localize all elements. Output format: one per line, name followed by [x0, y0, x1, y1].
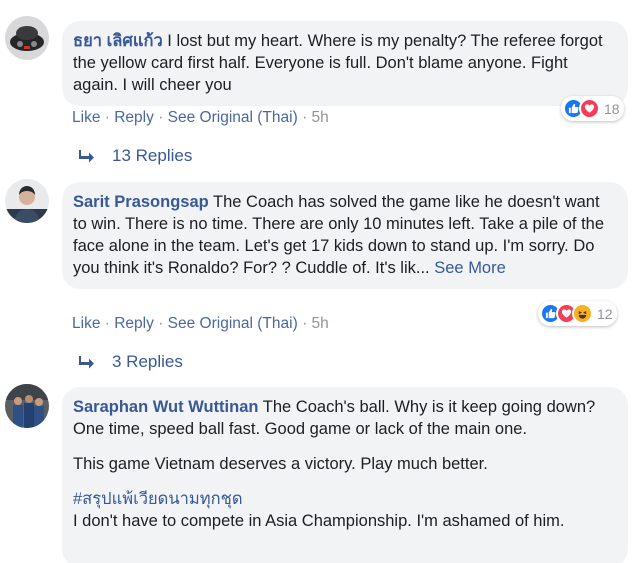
- laughing-face-icon: [572, 303, 593, 324]
- comment-paragraph: I don't have to compete in Asia Champion…: [73, 512, 565, 530]
- reaction-summary[interactable]: 18: [561, 96, 624, 121]
- separator: ·: [158, 315, 164, 332]
- view-replies-link[interactable]: 13 Replies: [78, 146, 192, 166]
- view-replies-link[interactable]: 3 Replies: [78, 352, 183, 372]
- like-link[interactable]: Like: [72, 109, 100, 126]
- separator: ·: [302, 315, 308, 332]
- replies-label: 13 Replies: [112, 146, 193, 165]
- like-link[interactable]: Like: [72, 315, 100, 332]
- separator: ·: [302, 109, 308, 126]
- comment-author[interactable]: Saraphan Wut Wuttinan: [73, 398, 258, 416]
- avatar[interactable]: [5, 16, 49, 60]
- comment-bubble: Saraphan Wut Wuttinan The Coach's ball. …: [62, 387, 628, 563]
- separator: ·: [104, 109, 110, 126]
- timestamp[interactable]: 5h: [312, 315, 329, 332]
- comment-paragraph: This game Vietnam deserves a victory. Pl…: [73, 455, 488, 473]
- timestamp[interactable]: 5h: [312, 109, 329, 126]
- see-original-link[interactable]: See Original (Thai): [168, 109, 298, 126]
- reply-link[interactable]: Reply: [114, 109, 154, 126]
- reaction-count: 18: [604, 100, 620, 117]
- heart-icon: [579, 98, 600, 119]
- comment-author[interactable]: ธยา เลิศแก้ว: [73, 32, 163, 50]
- reaction-summary[interactable]: 12: [538, 301, 617, 326]
- separator: ·: [158, 109, 164, 126]
- comment-actions: Like · Reply · See Original (Thai) · 5h: [72, 315, 329, 333]
- see-original-link[interactable]: See Original (Thai): [168, 315, 298, 332]
- reply-arrow-icon: [79, 149, 94, 162]
- avatar[interactable]: [5, 179, 49, 223]
- reply-link[interactable]: Reply: [114, 315, 154, 332]
- comment-bubble: Sarit Prasongsap The Coach has solved th…: [62, 182, 628, 289]
- comment-actions: Like · Reply · See Original (Thai) · 5h: [72, 109, 329, 127]
- reaction-count: 12: [597, 305, 613, 322]
- comment-author[interactable]: Sarit Prasongsap: [73, 193, 209, 211]
- hashtag-link[interactable]: #สรุปแพ้เวียดนามทุกชุด: [73, 490, 243, 508]
- separator: ·: [104, 315, 110, 332]
- see-more-link[interactable]: See More: [434, 259, 506, 277]
- avatar[interactable]: [5, 384, 49, 428]
- replies-label: 3 Replies: [112, 352, 183, 371]
- comment-bubble: ธยา เลิศแก้ว I lost but my heart. Where …: [62, 21, 628, 106]
- reply-arrow-icon: [79, 355, 94, 368]
